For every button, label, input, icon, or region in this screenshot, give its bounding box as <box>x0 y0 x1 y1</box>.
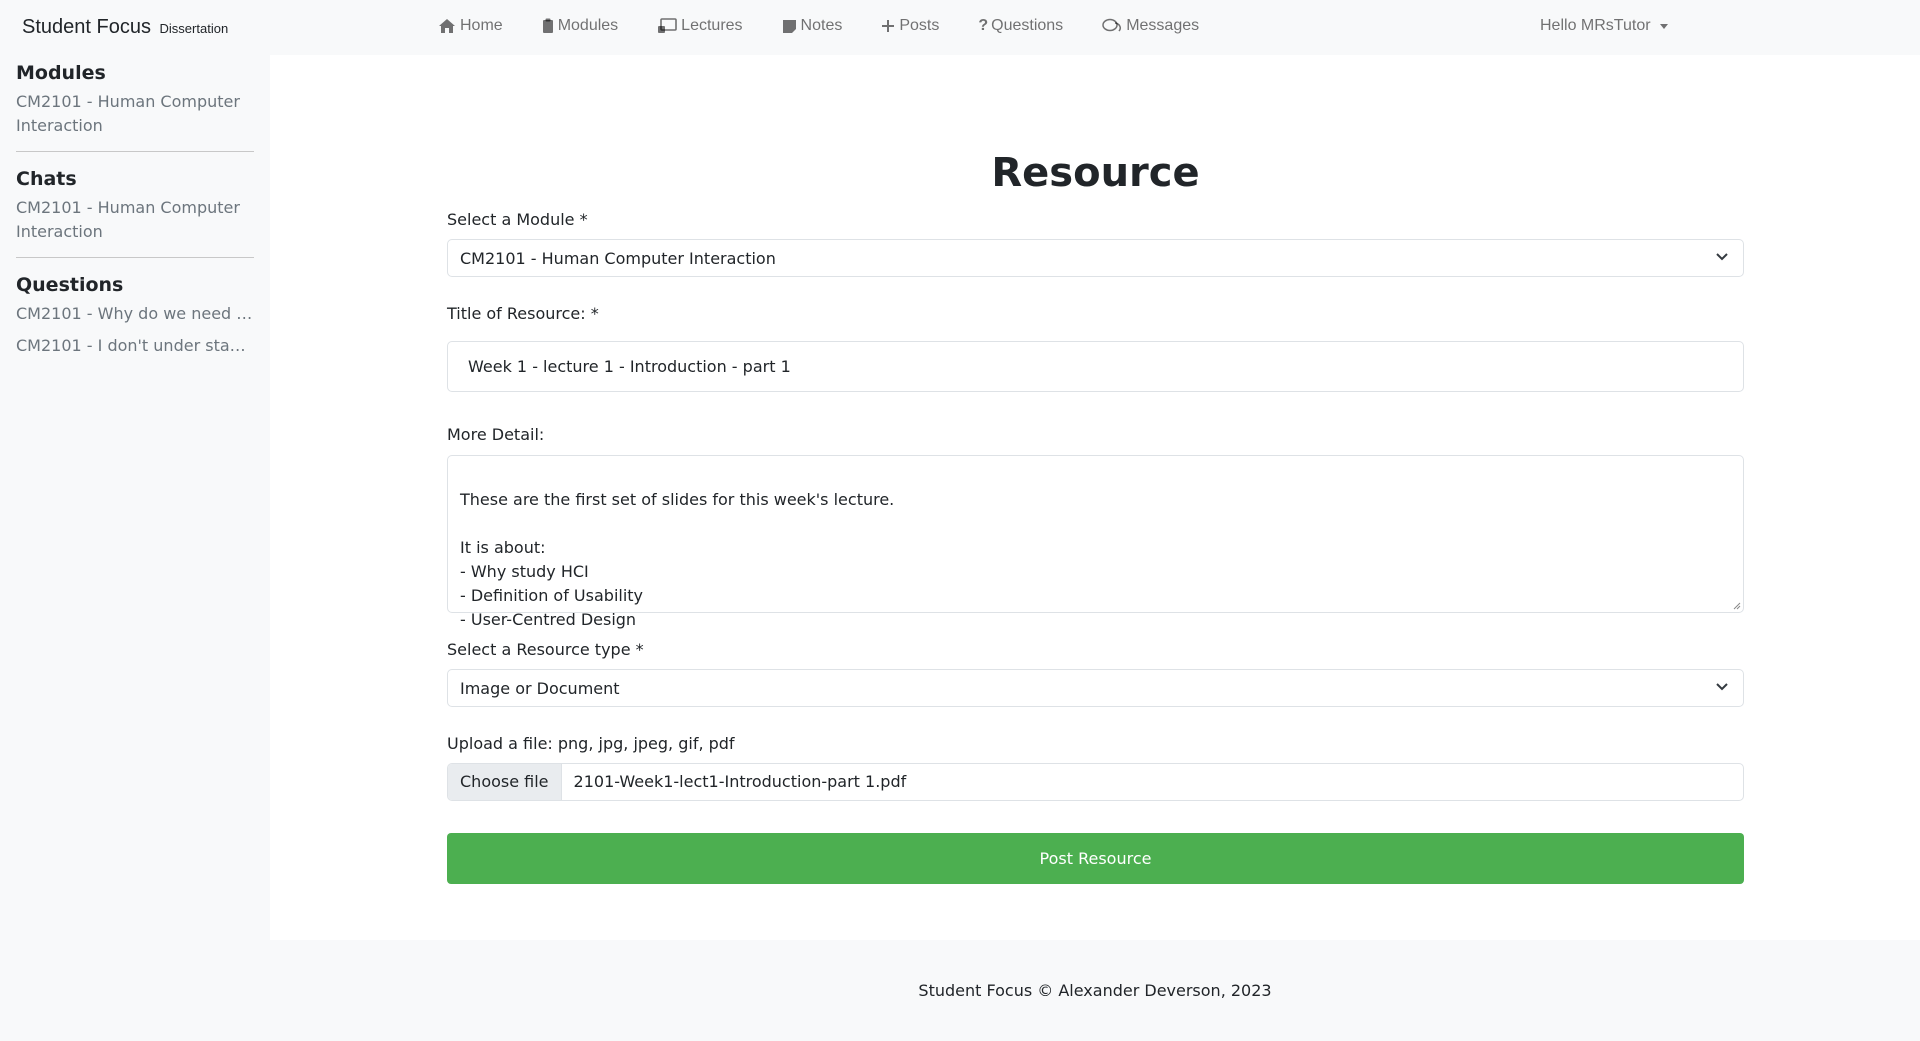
home-icon <box>439 19 455 33</box>
type-label: Select a Resource type * <box>447 640 644 659</box>
post-resource-button[interactable]: Post Resource <box>447 833 1744 884</box>
brand-name: Student Focus <box>22 16 151 38</box>
file-name: 2101-Week1-lect1-Introduction-part 1.pdf <box>573 772 907 791</box>
nav-messages[interactable]: Messages <box>1102 17 1199 35</box>
upload-label: Upload a file: png, jpg, jpeg, gif, pdf <box>447 734 735 753</box>
nav-home-label: Home <box>460 17 503 34</box>
nav-questions-label: Questions <box>991 17 1064 34</box>
plus-icon <box>882 20 895 32</box>
chevron-down-icon <box>1716 253 1728 261</box>
nav-modules[interactable]: Modules <box>542 17 618 35</box>
note-icon <box>782 19 796 33</box>
nav-posts[interactable]: Posts <box>881 17 939 35</box>
sidebar-chat-item[interactable]: CM2101 - Human Computer Interaction <box>16 196 254 244</box>
nav-posts-label: Posts <box>899 17 940 34</box>
nav-notes[interactable]: Notes <box>782 17 843 35</box>
presentation-icon <box>658 18 677 33</box>
nav-modules-label: Modules <box>557 17 619 34</box>
clipboard-icon <box>542 18 553 33</box>
brand-subtitle: Dissertation <box>159 21 229 36</box>
nav-messages-label: Messages <box>1126 17 1200 34</box>
title-label: Title of Resource: * <box>447 304 599 323</box>
resource-type-value: Image or Document <box>460 679 620 698</box>
detail-textarea-value: These are the first set of slides for th… <box>460 490 895 629</box>
nav-notes-label: Notes <box>800 17 843 34</box>
caret-down-icon <box>1659 23 1668 29</box>
resize-handle-icon[interactable] <box>1733 602 1741 610</box>
nav-questions[interactable]: ? Questions <box>978 17 1063 35</box>
user-menu-dropdown[interactable]: Hello MRsTutor <box>1540 17 1668 35</box>
module-select[interactable]: CM2101 - Human Computer Interaction <box>447 239 1744 277</box>
top-navbar: Student Focus Dissertation Home Modules … <box>0 0 1920 55</box>
page-title: Resource <box>991 150 1200 196</box>
sidebar-chats-heading: Chats <box>16 168 77 190</box>
choose-file-button[interactable]: Choose file <box>448 764 562 800</box>
footer: Student Focus © Alexander Deverson, 2023 <box>918 981 1272 1000</box>
sidebar: Modules CM2101 - Human Computer Interact… <box>16 62 254 395</box>
detail-label: More Detail: <box>447 425 545 444</box>
resource-title-value: Week 1 - lecture 1 - Introduction - part… <box>468 357 791 376</box>
sidebar-question-item[interactable]: CM2101 - I don't under stand HCI <box>16 334 254 358</box>
sidebar-question-item[interactable]: CM2101 - Why do we need usefulness and u… <box>16 302 254 326</box>
sidebar-questions-heading: Questions <box>16 274 124 296</box>
module-label: Select a Module * <box>447 210 588 229</box>
sidebar-modules-heading: Modules <box>16 62 106 84</box>
chevron-down-icon <box>1716 683 1728 691</box>
sidebar-questions: Questions CM2101 - Why do we need useful… <box>16 274 254 379</box>
resource-type-select[interactable]: Image or Document <box>447 669 1744 707</box>
brand[interactable]: Student Focus Dissertation <box>22 16 228 39</box>
question-icon: ? <box>978 17 989 34</box>
main-content: Resource Select a Module * CM2101 - Huma… <box>270 55 1920 940</box>
user-greeting: Hello MRsTutor <box>1540 17 1651 34</box>
detail-textarea[interactable]: These are the first set of slides for th… <box>447 455 1744 629</box>
chat-icon <box>1102 18 1122 32</box>
file-upload-input[interactable]: Choose file 2101-Week1-lect1-Introductio… <box>447 763 1744 801</box>
nav-lectures-label: Lectures <box>681 17 743 34</box>
sidebar-module-item[interactable]: CM2101 - Human Computer Interaction <box>16 90 254 138</box>
sidebar-chats: Chats CM2101 - Human Computer Interactio… <box>16 168 254 258</box>
nav-lectures[interactable]: Lectures <box>657 17 743 35</box>
nav-links: Home Modules Lectures Notes Posts ? Ques… <box>438 17 1238 35</box>
sidebar-modules: Modules CM2101 - Human Computer Interact… <box>16 62 254 152</box>
resource-title-input[interactable]: Week 1 - lecture 1 - Introduction - part… <box>447 341 1744 392</box>
module-select-value: CM2101 - Human Computer Interaction <box>460 249 776 268</box>
nav-home[interactable]: Home <box>438 17 503 35</box>
